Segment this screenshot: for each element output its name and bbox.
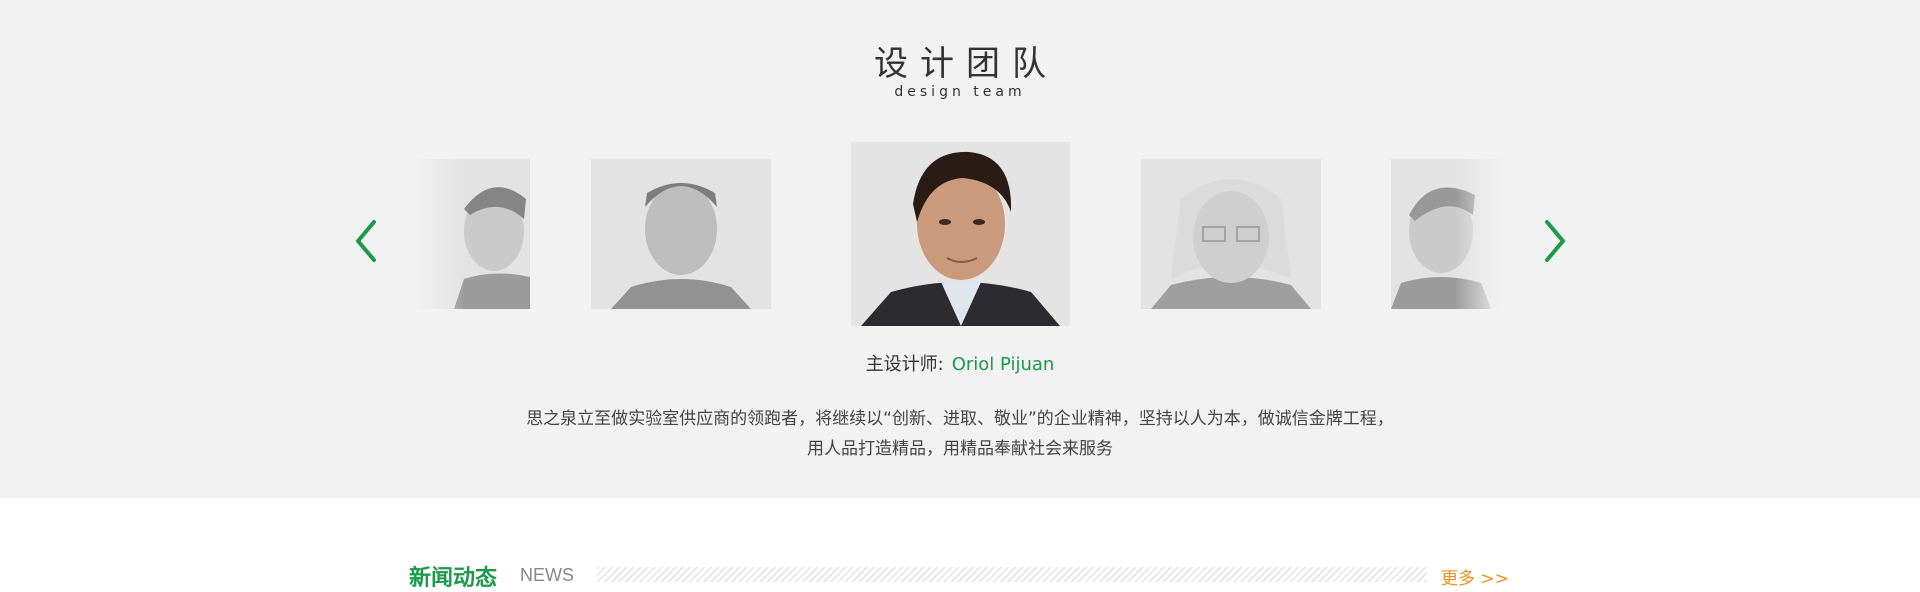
designer-caption: 主设计师: Oriol Pijuan (0, 350, 1920, 376)
featured-designer-photo[interactable] (851, 142, 1070, 326)
team-member-photo[interactable] (1141, 159, 1321, 309)
description-line: 用人品打造精品，用精品奉献社会来服务 (807, 439, 1113, 459)
designer-label: 主设计师: (865, 354, 944, 375)
chevron-right-icon (1545, 220, 1565, 262)
team-member-photo[interactable] (591, 159, 771, 309)
designer-name: Oriol Pijuan (951, 354, 1055, 375)
section-title: 设计团队 (874, 44, 1058, 84)
chevron-left-icon (356, 220, 376, 262)
description-line: 思之泉立至做实验室供应商的领跑者，将继续以“创新、进取、敬业”的企业精神，坚持以… (526, 409, 1394, 429)
news-more-link[interactable]: 更多 >> (1441, 564, 1509, 589)
news-divider (597, 567, 1427, 582)
design-team-section: 设计团队 design team 主设计师: Oriol Pijuan 思之泉立… (0, 0, 1920, 498)
news-section-subtitle: NEWS (520, 565, 574, 585)
section-subtitle: design team (894, 84, 1026, 100)
team-description: 思之泉立至做实验室供应商的领跑者，将继续以“创新、进取、敬业”的企业精神，坚持以… (0, 404, 1920, 464)
team-member-photo[interactable] (1391, 159, 1505, 309)
team-member-photo[interactable] (414, 159, 530, 309)
carousel-prev-button[interactable] (352, 218, 382, 264)
news-section-title: 新闻动态 (409, 566, 498, 591)
carousel-next-button[interactable] (1539, 218, 1569, 264)
